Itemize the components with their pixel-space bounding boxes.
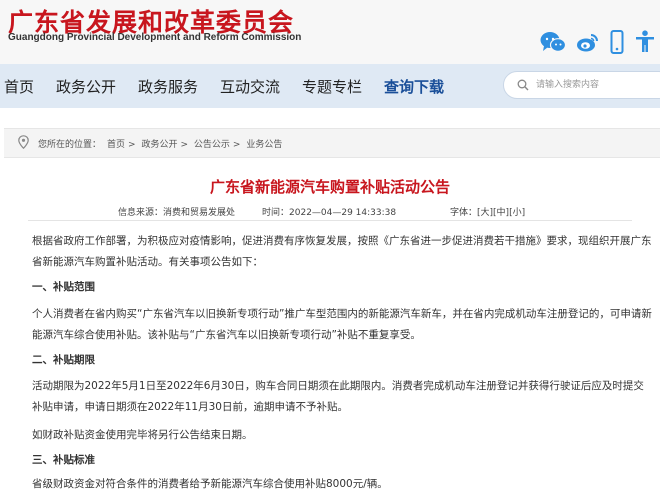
- section-3-text: 省级财政资金对符合条件的消费者给予新能源汽车综合使用补贴8000元/辆。: [32, 478, 388, 490]
- search-box: [503, 71, 660, 99]
- breadcrumb-government-affairs[interactable]: 政务公开: [141, 140, 177, 150]
- site-subtitle: Guangdong Provincial Development and Ref…: [8, 32, 302, 43]
- time-label: 时间：: [262, 208, 290, 218]
- breadcrumb-path: 首页 > 政务公开 > 公告公示 > 业务公告: [107, 137, 285, 150]
- nav-item-government-affairs[interactable]: 政务公开: [56, 76, 116, 97]
- section-2-note: 如财政补贴资金使用完毕将另行公告结束日期。: [32, 429, 253, 441]
- font-size-small[interactable]: [小]: [509, 208, 525, 218]
- breadcrumb-separator: >: [232, 140, 241, 150]
- section-2-heading: 二、补贴期限: [32, 354, 95, 366]
- article-source: 信息来源：消费和贸易发展处: [118, 205, 235, 218]
- site-header: 广东省发展和改革委员会 Guangdong Provincial Develop…: [0, 0, 660, 64]
- breadcrumb-separator: >: [128, 140, 136, 150]
- font-size-label: 字体：: [450, 208, 478, 218]
- top-icons: [540, 30, 656, 54]
- font-size-medium[interactable]: [中]: [493, 208, 509, 218]
- breadcrumb-home[interactable]: 首页: [107, 140, 125, 150]
- weibo-icon[interactable]: [576, 31, 600, 53]
- section-1-text: 个人消费者在省内购买“广东省汽车以旧换新专项行动”推广车型范围内的新能源汽车新车…: [32, 308, 652, 341]
- location-pin-icon: [18, 135, 29, 149]
- nav-item-government-services[interactable]: 政务服务: [138, 76, 198, 97]
- nav-item-query-download[interactable]: 查询下载: [384, 76, 444, 97]
- breadcrumb-announcements[interactable]: 公告公示: [194, 140, 230, 150]
- meta-divider: [28, 220, 632, 221]
- font-size-controls: 字体：[大][中][小]: [450, 205, 525, 218]
- nav-item-interaction[interactable]: 互动交流: [220, 76, 280, 97]
- breadcrumb-separator: >: [180, 140, 188, 150]
- article-title: 广东省新能源汽车购置补贴活动公告: [209, 178, 450, 196]
- search-icon[interactable]: [517, 79, 529, 91]
- breadcrumb: 您所在的位置： 首页 > 政务公开 > 公告公示 > 业务公告: [4, 128, 660, 158]
- breadcrumb-business-announcements[interactable]: 业务公告: [246, 140, 282, 150]
- font-size-large[interactable]: [大]: [477, 208, 493, 218]
- section-1-heading: 一、补贴范围: [32, 281, 95, 293]
- section-2-text: 活动期限为2022年5月1日至2022年6月30日，购车合同日期须在此期限内。消…: [32, 380, 644, 413]
- nav-item-special-topics[interactable]: 专题专栏: [302, 76, 362, 97]
- nav-item-home[interactable]: 首页: [4, 76, 34, 97]
- mobile-icon[interactable]: [610, 30, 624, 54]
- accessibility-icon[interactable]: [634, 30, 656, 54]
- source-label: 信息来源：: [118, 208, 164, 218]
- search-input[interactable]: [536, 77, 656, 93]
- time-value: 2022—04—29 14:33:38: [289, 208, 397, 218]
- article-time: 时间：2022—04—29 14:33:38: [262, 205, 396, 218]
- section-3-heading: 三、补贴标准: [32, 454, 95, 466]
- breadcrumb-label: 您所在的位置：: [38, 140, 102, 150]
- wechat-icon[interactable]: [540, 31, 566, 53]
- source-value: 消费和贸易发展处: [163, 208, 236, 218]
- intro-paragraph: 根据省政府工作部署，为积极应对疫情影响，促进消费有序恢复发展，按照《广东省进一步…: [32, 235, 652, 268]
